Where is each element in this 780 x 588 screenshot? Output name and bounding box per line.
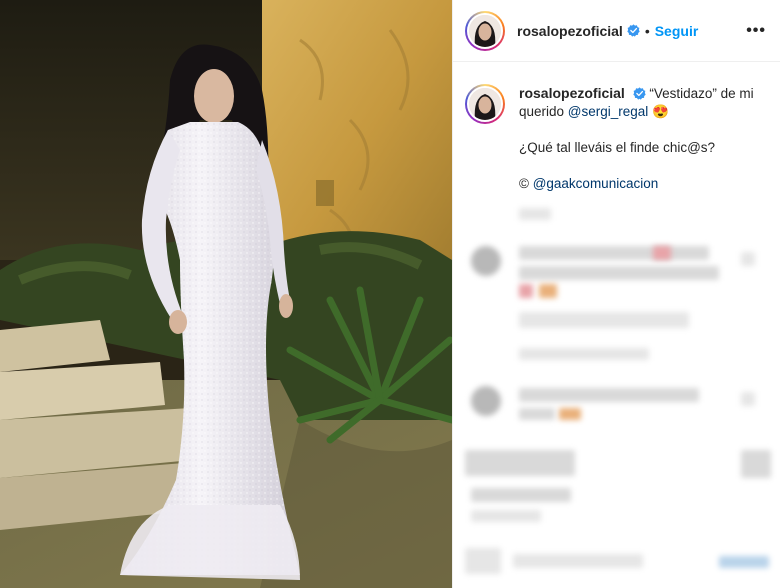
post-header: rosalopezoficial • Seguir ••• [453,0,780,62]
caption-username[interactable]: rosalopezoficial [519,85,625,101]
follow-button[interactable]: Seguir [655,23,699,39]
blurred-avatar [471,246,501,276]
blurred-replies [519,348,649,360]
blurred-comment-input [513,554,643,568]
post-photo[interactable] [0,0,452,588]
header-user-info: rosalopezoficial • Seguir [517,23,746,39]
caption-avatar[interactable] [467,86,503,122]
blurred-likes [471,488,571,502]
separator-dot: • [644,22,650,39]
blurred-emoji-button [465,548,501,574]
blurred-comment-line [519,388,699,402]
caption-line-1: rosalopezoficial “Vestidazo” de mi queri… [519,84,766,121]
caption: rosalopezoficial “Vestidazo” de mi queri… [453,62,780,193]
blurred-save-icon [741,450,771,478]
blurred-timestamp [519,208,551,220]
blurred-avatar [471,386,501,416]
blurred-like-icon [741,392,755,406]
credit-prefix: © [519,176,533,191]
post-image [0,0,452,588]
blurred-like-icon [741,252,755,266]
caption-line-3: © @gaakcomunicacion [519,175,766,193]
caption-line-2: ¿Qué tal lleváis el finde chic@s? [519,140,716,155]
mention-sergi-regal[interactable]: @sergi_regal [568,104,649,119]
heart-eyes-emoji-icon: 😍 [652,104,669,119]
more-options-icon[interactable]: ••• [746,22,766,40]
blurred-comment-line [519,246,709,260]
caption-profile-picture [469,88,501,120]
profile-picture [469,14,501,47]
blurred-emoji [653,246,671,260]
blurred-comment-meta [519,312,689,328]
blurred-date [471,510,541,522]
caption-story-ring[interactable] [465,84,505,124]
post-sidebar: rosalopezoficial • Seguir ••• rosalopezo… [452,0,780,588]
mention-gaakcomunicacion[interactable]: @gaakcomunicacion [533,176,659,191]
caption-verified-badge-icon [632,87,646,100]
blurred-action-bar [465,450,575,476]
avatar[interactable] [467,12,503,49]
verified-badge-icon [627,24,640,37]
username-link[interactable]: rosalopezoficial [517,23,623,39]
blurred-publish-button [719,556,769,568]
story-ring[interactable] [465,10,505,51]
blurred-emoji [519,284,533,298]
caption-text: rosalopezoficial “Vestidazo” de mi queri… [519,84,766,193]
blurred-emoji [559,408,581,420]
blurred-comment-line [519,266,719,280]
blurred-comment-line [519,408,555,420]
blurred-emoji [539,284,557,298]
